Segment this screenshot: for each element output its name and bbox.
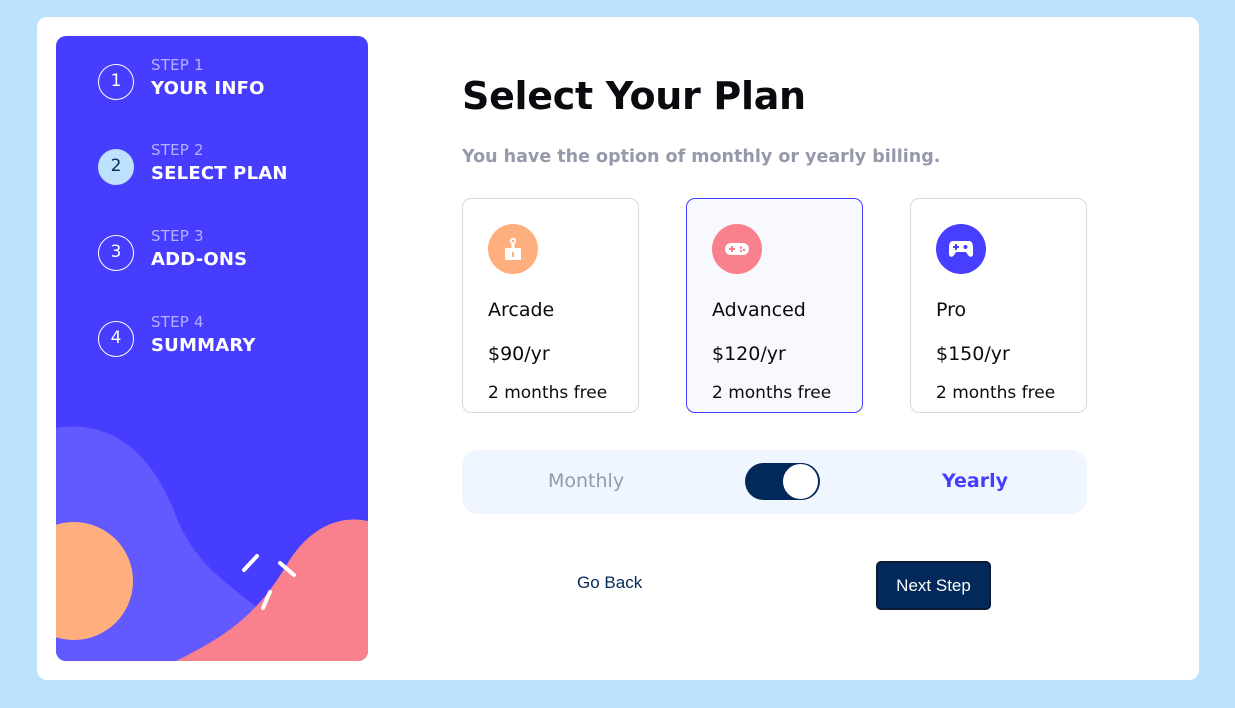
plan-name: Pro	[936, 299, 967, 321]
plan-card-pro[interactable]: Pro $150/yr 2 months free	[910, 198, 1087, 413]
page-subtitle: You have the option of monthly or yearly…	[462, 147, 941, 167]
controller-icon	[936, 224, 986, 274]
plan-card-advanced[interactable]: Advanced $120/yr 2 months free	[686, 198, 863, 413]
plan-promo: 2 months free	[488, 383, 608, 403]
step-label: YOUR INFO	[151, 78, 265, 99]
toggle-knob	[782, 463, 819, 500]
step-number: 3	[98, 235, 134, 271]
step-caption: STEP 1	[151, 56, 204, 74]
go-back-button[interactable]: Go Back	[577, 573, 642, 593]
step-label: SUMMARY	[151, 335, 256, 356]
plan-price: $150/yr	[936, 343, 1010, 365]
plan-promo: 2 months free	[712, 383, 832, 403]
next-step-button[interactable]: Next Step	[876, 561, 991, 610]
plan-promo: 2 months free	[936, 383, 1056, 403]
steps-sidebar: 1 STEP 1 YOUR INFO 2 STEP 2 SELECT PLAN …	[56, 36, 368, 661]
billing-toggle-switch[interactable]	[745, 463, 820, 500]
plan-price: $90/yr	[488, 343, 550, 365]
step-number: 4	[98, 321, 134, 357]
gamepad-icon	[712, 224, 762, 274]
plan-name: Arcade	[488, 299, 555, 321]
step-label: ADD-ONS	[151, 249, 248, 270]
step-caption: STEP 3	[151, 227, 204, 245]
plan-name: Advanced	[712, 299, 806, 321]
plan-price: $120/yr	[712, 343, 786, 365]
monthly-option[interactable]: Monthly	[548, 470, 624, 492]
step-number: 2	[98, 149, 134, 185]
page-title: Select Your Plan	[462, 74, 806, 118]
yearly-option[interactable]: Yearly	[942, 470, 1008, 492]
step-caption: STEP 4	[151, 313, 204, 331]
step-number: 1	[98, 64, 134, 100]
arcade-icon	[488, 224, 538, 274]
plan-card-arcade[interactable]: Arcade $90/yr 2 months free	[462, 198, 639, 413]
billing-toggle-bar: Monthly Yearly	[462, 450, 1087, 514]
step-label: SELECT PLAN	[151, 163, 288, 184]
step-caption: STEP 2	[151, 141, 204, 159]
